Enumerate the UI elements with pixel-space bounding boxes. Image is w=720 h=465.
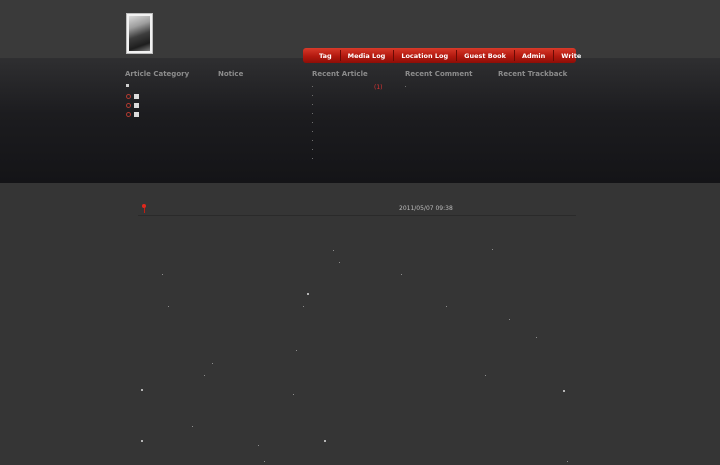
recent-article-count: (1)	[374, 84, 383, 91]
list-bullet[interactable]	[312, 149, 313, 150]
recent-article-list	[312, 86, 313, 167]
nav-write[interactable]: Write	[553, 49, 589, 61]
category-ring-icon	[126, 112, 131, 117]
logo-image	[129, 16, 150, 51]
post-header: 2011/05/07 09:38	[138, 202, 576, 216]
list-bullet[interactable]	[312, 95, 313, 96]
category-box-icon	[134, 94, 139, 99]
category-title: Article Category	[125, 70, 190, 78]
recent-comment-bullet[interactable]	[405, 86, 406, 87]
blog-logo[interactable]	[126, 13, 153, 54]
recent-comment-title: Recent Comment	[405, 70, 473, 78]
list-bullet[interactable]	[312, 104, 313, 105]
category-item[interactable]	[126, 112, 139, 117]
category-ring-icon	[126, 94, 131, 99]
tree-icon	[126, 84, 129, 87]
recent-article-title: Recent Article	[312, 70, 368, 78]
category-box-icon	[134, 103, 139, 108]
nav-admin[interactable]: Admin	[513, 49, 553, 61]
list-bullet[interactable]	[312, 140, 313, 141]
category-ring-icon	[126, 103, 131, 108]
pin-icon	[142, 204, 146, 213]
list-bullet[interactable]	[312, 158, 313, 159]
category-box-icon	[134, 112, 139, 117]
list-bullet[interactable]	[312, 113, 313, 114]
main-nav: Tag Media Log Location Log Guest Book Ad…	[303, 48, 581, 63]
notice-title: Notice	[218, 70, 244, 78]
nav-media-log[interactable]: Media Log	[339, 49, 394, 61]
recent-trackback-title: Recent Trackback	[498, 70, 568, 78]
nav-guest-book[interactable]: Guest Book	[456, 49, 514, 61]
list-bullet[interactable]	[312, 131, 313, 132]
category-item[interactable]	[126, 103, 139, 108]
nav-tag[interactable]: Tag	[311, 52, 340, 60]
nav-location-log[interactable]: Location Log	[393, 49, 456, 61]
category-item[interactable]	[126, 94, 139, 99]
post-date: 2011/05/07 09:38	[399, 205, 453, 212]
list-bullet[interactable]	[312, 86, 313, 87]
list-bullet[interactable]	[312, 122, 313, 123]
